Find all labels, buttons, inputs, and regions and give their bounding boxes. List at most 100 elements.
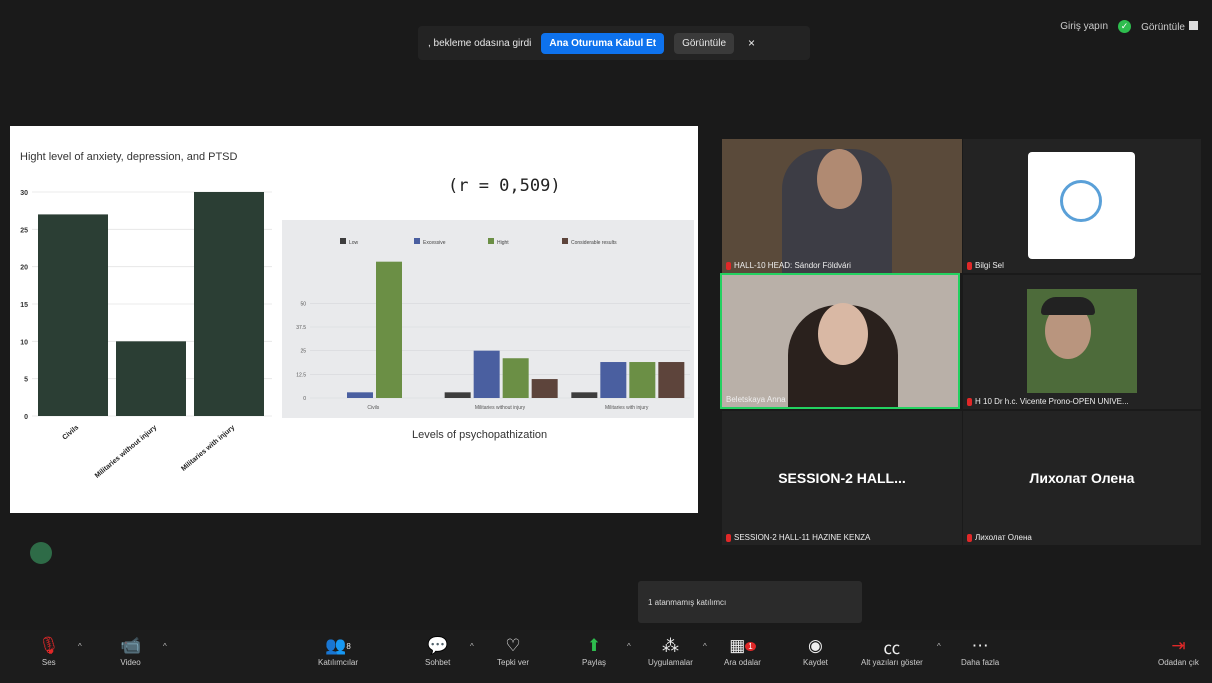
bar [194, 192, 264, 416]
bar [473, 350, 500, 398]
leave-label: Odadan çık [1158, 658, 1199, 667]
participant-name: HALL-10 HEAD: Sándor Földvári [726, 261, 851, 270]
participants-label: Katılımcılar [318, 658, 359, 667]
more-button[interactable]: ⋯ Daha fazla [961, 634, 999, 667]
mic-off-icon [726, 533, 731, 542]
captions-button[interactable]: ㏄ Alt yazıları göster [861, 634, 923, 668]
active-speaker-tile[interactable]: Beletskaya Anna [720, 273, 960, 409]
y-tick-label: 50 [300, 301, 306, 307]
x-tick-label: Militaries without injury [94, 424, 158, 480]
cc-icon: ㏄ [883, 638, 901, 658]
waiting-message: , bekleme odasına girdi [428, 37, 532, 49]
audio-button[interactable]: 🎙 Ses [38, 634, 60, 667]
participant-video [1027, 289, 1137, 393]
breakout-rooms-button[interactable]: ▦ 1 Ara odalar [724, 634, 761, 667]
bar [531, 379, 558, 398]
audio-caret-icon[interactable]: ^ [78, 642, 82, 651]
mic-off-icon [726, 261, 731, 270]
participant-tile[interactable]: Лихолат Олена Лихолат Олена [963, 411, 1201, 545]
share-screen-icon: ⬆ [586, 636, 602, 655]
apps-label: Uygulamalar [648, 658, 693, 667]
participant-name: Лихолат Олена [967, 533, 1032, 542]
signin-link[interactable]: Giriş yapın [1060, 21, 1108, 32]
chat-button[interactable]: 💬 Sohbet [425, 634, 450, 667]
participant-tile[interactable]: SESSION-2 HALL... SESSION-2 HALL-11 HAZI… [722, 411, 962, 545]
admit-button[interactable]: Ana Oturuma Kabul Et [541, 32, 665, 54]
record-button[interactable]: ◉ Kaydet [803, 634, 828, 667]
cap-icon [1041, 297, 1095, 315]
participants-icon: 👥 8 [325, 636, 351, 655]
apps-caret-icon[interactable]: ^ [703, 642, 707, 651]
legend-swatch [414, 238, 420, 244]
heart-icon: ♡ [505, 636, 521, 655]
logo-avatar [1028, 152, 1135, 259]
bar [116, 341, 186, 416]
react-button[interactable]: ♡ Tepki ver [497, 634, 529, 667]
bar [600, 362, 627, 398]
x-tick-label: Civils [61, 424, 80, 441]
unassigned-toast: 1 atanmamış katılımcı [638, 581, 862, 623]
bar [629, 362, 656, 398]
legend-label: Excessive [423, 240, 446, 246]
shield-check-icon[interactable]: ✓ [1118, 20, 1132, 33]
y-tick-label: 0 [303, 396, 306, 402]
chat-label: Sohbet [425, 658, 451, 667]
participant-name-label: SESSION-2 HALL-11 HAZINE KENZA [734, 533, 871, 542]
view-menu[interactable]: Görüntüle [1141, 20, 1198, 33]
apps-button[interactable]: ⁂ Uygulamalar [648, 634, 693, 667]
apps-icon: ⁂ [661, 636, 679, 655]
participant-tile[interactable]: H 10 Dr h.c. Vicente Prono-OPEN UNIVE... [963, 275, 1201, 409]
participant-display-name: SESSION-2 HALL... [778, 470, 906, 486]
y-tick-label: 37.5 [296, 325, 306, 331]
bar [347, 392, 373, 398]
mic-off-icon [967, 397, 972, 406]
share-caret-icon[interactable]: ^ [627, 642, 631, 651]
top-right-controls: Giriş yapın ✓ Görüntüle [1060, 20, 1198, 33]
shared-screen: Hight level of anxiety, depression, and … [10, 126, 698, 513]
mic-off-icon: 🎙 [38, 636, 60, 655]
video-label: Video [120, 658, 141, 667]
slide-charts: 0 5 10 15 20 25 30 Civils Militaries without inj… [20, 190, 690, 480]
waiting-room-banner: , bekleme odasına girdi Ana Oturuma Kabu… [418, 26, 810, 60]
legend-label: Considerable results [571, 240, 617, 246]
video-button[interactable]: 📹 Video [120, 634, 141, 667]
participant-tile[interactable]: HALL-10 HEAD: Sándor Földvári [722, 139, 962, 273]
y-tick-label: 20 [20, 265, 28, 272]
participants-button[interactable]: 👥 8 Katılımcılar [318, 634, 358, 667]
record-label: Kaydet [803, 658, 828, 667]
breakout-label: Ara odalar [724, 658, 761, 667]
participants-count: 8 [346, 641, 351, 651]
chat-caret-icon[interactable]: ^ [470, 642, 474, 651]
y-tick-label: 25 [20, 227, 28, 234]
y-tick-label: 10 [20, 339, 28, 346]
y-tick-label: 30 [20, 190, 28, 197]
participant-name: H 10 Dr h.c. Vicente Prono-OPEN UNIVE... [967, 397, 1129, 406]
react-label: Tepki ver [497, 658, 530, 667]
record-icon: ◉ [808, 636, 823, 655]
video-caret-icon[interactable]: ^ [163, 642, 167, 651]
view-button[interactable]: Görüntüle [674, 32, 735, 54]
leave-button[interactable]: ⇥ Odadan çık [1158, 634, 1199, 667]
participant-name-label: Лихолат Олена [975, 533, 1032, 542]
y-tick-label: 5 [24, 377, 28, 384]
chat-icon: 💬 [427, 636, 449, 655]
participant-tile[interactable]: Bilgi Sel [963, 139, 1201, 273]
share-button[interactable]: ⬆ Paylaş [582, 634, 606, 667]
x-tick-label: Civils [367, 405, 379, 411]
x-tick-label: Militaries without injury [475, 405, 526, 411]
captions-caret-icon[interactable]: ^ [937, 642, 941, 651]
view-label: Görüntüle [1141, 21, 1185, 33]
share-label: Paylaş [582, 658, 607, 667]
close-icon[interactable]: × [744, 36, 759, 50]
legend-label: Hight [497, 240, 509, 246]
meeting-toolbar: 🎙 Ses ^ 📹 Video ^ 👥 8 Katılımcılar 💬 Sohbet ^… [0, 630, 1212, 683]
logo-icon [1060, 180, 1102, 222]
avatar[interactable] [30, 542, 52, 564]
y-tick-label: 12.5 [296, 372, 306, 378]
more-icon: ⋯ [971, 636, 989, 655]
x-tick-label: Militaries with injury [180, 424, 236, 473]
legend-label: Low [349, 240, 359, 246]
participant-name-label: H 10 Dr h.c. Vicente Prono-OPEN UNIVE... [975, 397, 1129, 406]
audio-label: Ses [41, 658, 56, 667]
legend-swatch [562, 238, 568, 244]
